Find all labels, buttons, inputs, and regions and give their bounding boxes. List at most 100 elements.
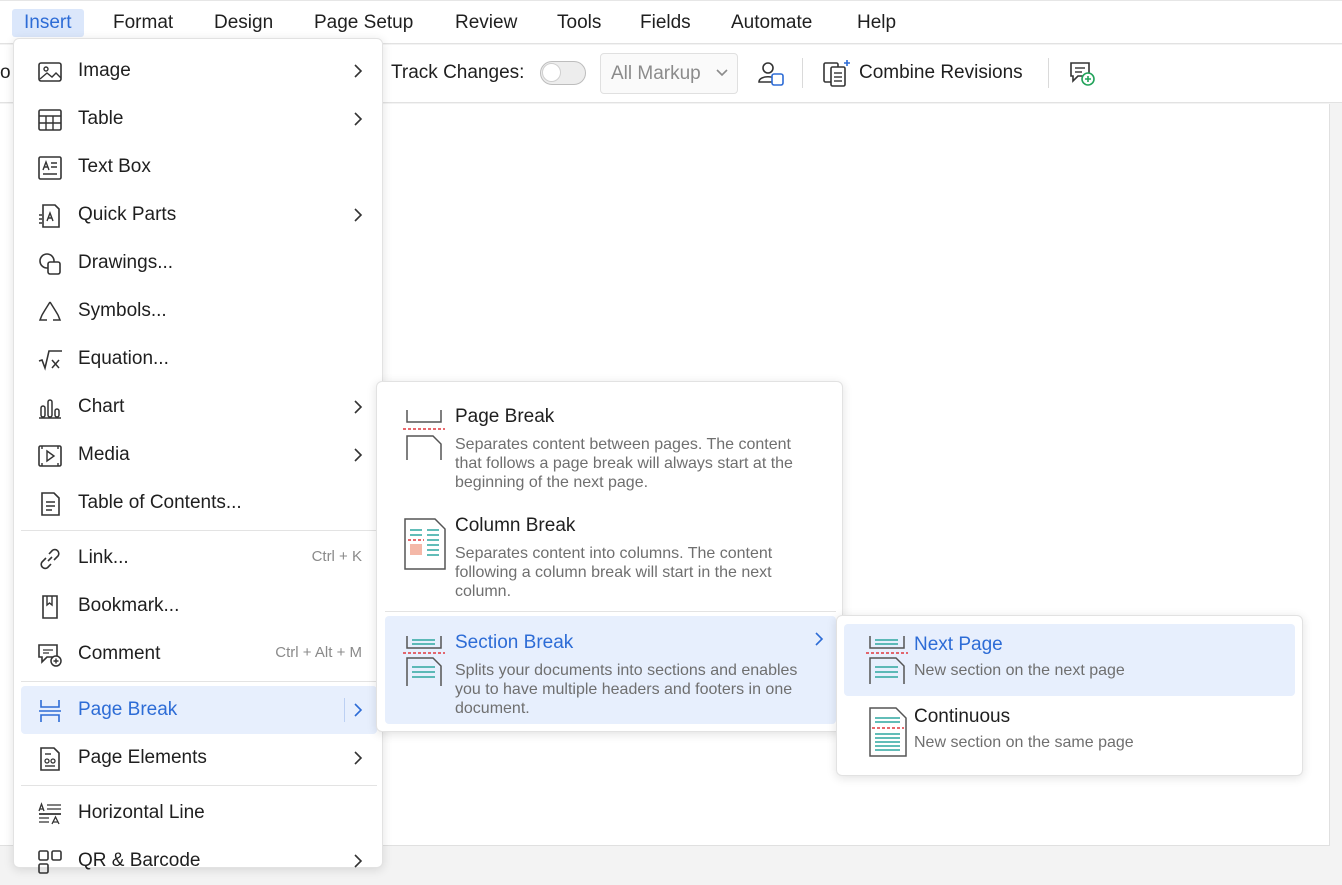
submenu-item-title: Page Break <box>455 406 555 427</box>
menu-item-label: Text Box <box>78 156 151 177</box>
markup-select[interactable]: All Markup <box>600 53 738 94</box>
equation-icon <box>37 347 63 373</box>
submenu-item-description: New section on the next page <box>914 662 1125 679</box>
menu-item-comment[interactable]: Comment Ctrl + Alt + M <box>21 630 377 678</box>
chart-icon <box>37 395 63 421</box>
menu-item-label: Page Elements <box>78 747 207 768</box>
menu-item-qr-barcode[interactable]: QR & Barcode <box>21 837 377 885</box>
chevron-right-icon <box>351 206 365 224</box>
chevron-right-icon <box>351 852 365 870</box>
symbols-icon <box>37 299 63 325</box>
insert-menu: Image Table Text Box Quick Parts Drawing… <box>13 38 383 874</box>
toolbar-divider <box>802 58 803 88</box>
menu-page-setup[interactable]: Page Setup <box>302 9 425 37</box>
page-elements-icon <box>37 746 63 772</box>
comment-add-icon[interactable] <box>1068 59 1096 87</box>
submenu-item-next-page[interactable]: Next Page New section on the next page <box>844 624 1295 696</box>
menu-item-equation[interactable]: Equation... <box>21 335 377 383</box>
menu-item-label: Horizontal Line <box>78 802 205 823</box>
menu-item-table[interactable]: Table <box>21 95 377 143</box>
menu-item-drawings[interactable]: Drawings... <box>21 239 377 287</box>
menu-item-label: Link... <box>78 547 129 568</box>
toolbar-divider <box>1048 58 1049 88</box>
track-changes-toggle[interactable] <box>540 61 586 85</box>
menu-item-label: Media <box>78 444 130 465</box>
combine-revisions-icon[interactable] <box>822 58 852 88</box>
submenu-item-continuous[interactable]: Continuous New section on the same page <box>844 696 1295 768</box>
qr-barcode-icon <box>37 849 63 875</box>
shortcut-label: Ctrl + Alt + M <box>275 644 362 661</box>
menu-divider <box>385 611 836 612</box>
submenu-item-title: Continuous <box>914 706 1011 727</box>
chevron-down-icon <box>715 54 729 107</box>
menu-design[interactable]: Design <box>202 9 285 37</box>
chevron-right-icon <box>351 701 365 719</box>
next-page-doc-icon <box>866 634 910 686</box>
submenu-item-column-break[interactable]: Column Break Separates content into colu… <box>385 499 836 604</box>
submenu-item-description: Splits your documents into sections and … <box>455 662 798 717</box>
submenu-separator <box>344 698 345 722</box>
submenu-item-description: Separates content into columns. The cont… <box>455 545 773 600</box>
menu-item-symbols[interactable]: Symbols... <box>21 287 377 335</box>
menu-automate[interactable]: Automate <box>719 9 824 37</box>
menu-item-horizontal-line[interactable]: Horizontal Line <box>21 789 377 837</box>
chevron-right-icon <box>351 749 365 767</box>
submenu-item-page-break[interactable]: Page Break Separates content between pag… <box>385 390 836 495</box>
menu-item-label: Bookmark... <box>78 595 180 616</box>
menu-item-quick-parts[interactable]: Quick Parts <box>21 191 377 239</box>
toggle-knob <box>542 63 561 82</box>
image-icon <box>37 59 63 85</box>
submenu-item-description: Separates content between pages. The con… <box>455 436 793 491</box>
submenu-item-description: New section on the same page <box>914 734 1134 751</box>
menu-item-label: QR & Barcode <box>78 850 201 871</box>
toolbar-partial-label: o <box>0 62 11 83</box>
chevron-right-icon <box>351 446 365 464</box>
menu-item-label: Table of Contents... <box>78 492 242 513</box>
quick-parts-icon <box>37 203 63 229</box>
menu-item-page-break[interactable]: Page Break <box>21 686 377 734</box>
section-break-submenu: Next Page New section on the next page C… <box>836 615 1303 776</box>
menu-fields[interactable]: Fields <box>628 9 703 37</box>
chevron-right-icon <box>812 630 826 653</box>
menu-divider <box>21 681 377 682</box>
shortcut-label: Ctrl + K <box>311 548 362 565</box>
table-icon <box>37 107 63 133</box>
comment-icon <box>37 642 63 668</box>
page-break-icon <box>37 698 63 724</box>
menu-item-image[interactable]: Image <box>21 47 377 95</box>
submenu-item-title: Column Break <box>455 515 576 536</box>
menu-item-label: Quick Parts <box>78 204 177 225</box>
horizontal-line-icon <box>37 801 63 827</box>
menu-item-media[interactable]: Media <box>21 431 377 479</box>
section-break-doc-icon <box>403 634 447 688</box>
menu-item-label: Drawings... <box>78 252 174 273</box>
menu-insert[interactable]: Insert <box>12 9 84 37</box>
menu-item-label: Page Break <box>78 699 178 720</box>
menu-item-label: Equation... <box>78 348 169 369</box>
menu-item-chart[interactable]: Chart <box>21 383 377 431</box>
menu-item-table-of-contents[interactable]: Table of Contents... <box>21 479 377 527</box>
menu-help[interactable]: Help <box>845 9 908 37</box>
text-box-icon <box>37 155 63 181</box>
reviewers-icon[interactable] <box>757 59 785 89</box>
menu-tools[interactable]: Tools <box>545 9 613 37</box>
menu-item-label: Table <box>78 108 124 129</box>
menu-format[interactable]: Format <box>101 9 185 37</box>
submenu-item-section-break[interactable]: Section Break Splits your documents into… <box>385 616 836 724</box>
page-break-doc-icon <box>403 408 447 462</box>
link-icon <box>37 546 63 572</box>
menu-item-link[interactable]: Link... Ctrl + K <box>21 534 377 582</box>
chevron-right-icon <box>351 398 365 416</box>
menu-review[interactable]: Review <box>443 9 529 37</box>
menu-divider <box>21 785 377 786</box>
submenu-item-title: Next Page <box>914 634 1003 655</box>
column-break-doc-icon <box>403 517 447 571</box>
bookmark-icon <box>37 594 63 620</box>
chevron-right-icon <box>351 62 365 80</box>
menu-item-text-box[interactable]: Text Box <box>21 143 377 191</box>
menu-item-bookmark[interactable]: Bookmark... <box>21 582 377 630</box>
track-changes-label: Track Changes: <box>391 62 525 83</box>
media-icon <box>37 443 63 469</box>
menu-item-page-elements[interactable]: Page Elements <box>21 734 377 782</box>
combine-revisions-label[interactable]: Combine Revisions <box>859 62 1023 84</box>
